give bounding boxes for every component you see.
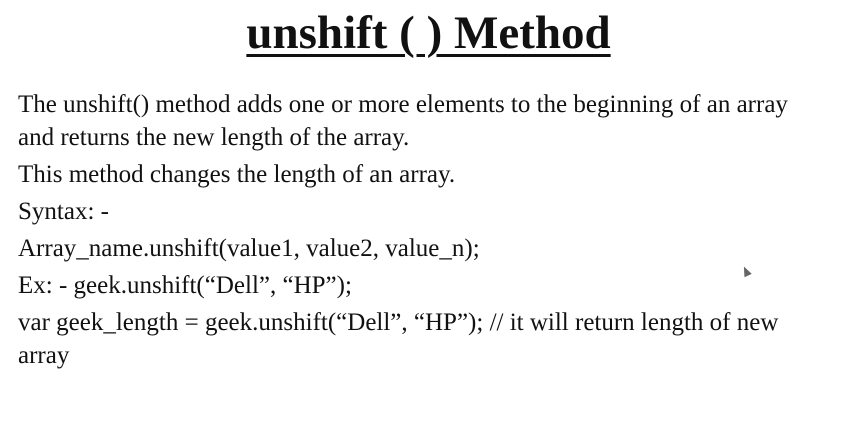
slide: unshift ( ) Method The unshift() method … xyxy=(0,0,857,423)
description-line-1: The unshift() method adds one or more el… xyxy=(18,91,788,118)
return-example-line: var geek_length = geek.unshift(“Dell”, “… xyxy=(18,309,779,336)
syntax-label: Syntax: - xyxy=(18,198,109,225)
syntax-line: Array_name.unshift(value1, value2, value… xyxy=(18,235,480,262)
example-line: Ex: - geek.unshift(“Dell”, “HP”); xyxy=(18,272,352,299)
return-example-continuation: array xyxy=(18,342,70,369)
slide-title: unshift ( ) Method xyxy=(246,7,611,59)
slide-content: The unshift() method adds one or more el… xyxy=(18,88,848,372)
description-line-2: and returns the new length of the array. xyxy=(18,124,410,151)
length-change-line: This method changes the length of an arr… xyxy=(18,161,456,188)
